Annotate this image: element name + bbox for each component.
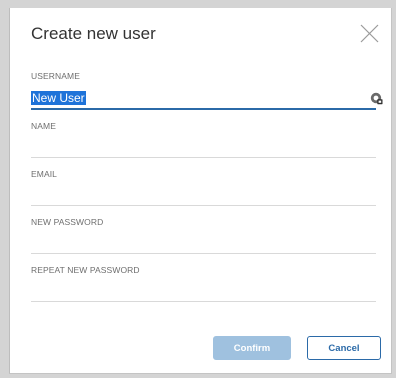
repeat-password-input[interactable] bbox=[31, 281, 376, 302]
username-selected-text: New User bbox=[31, 91, 86, 105]
repeat-password-label: REPEAT NEW PASSWORD bbox=[31, 265, 140, 275]
new-password-input[interactable] bbox=[31, 233, 376, 254]
new-password-field-group: NEW PASSWORD bbox=[31, 217, 376, 227]
dialog-title: Create new user bbox=[31, 24, 156, 43]
new-password-label: NEW PASSWORD bbox=[31, 217, 104, 227]
name-label: NAME bbox=[31, 121, 56, 131]
create-user-dialog: Create new user USERNAME New User NAME E… bbox=[9, 8, 392, 374]
repeat-password-field-group: REPEAT NEW PASSWORD bbox=[31, 265, 376, 275]
email-field-group: EMAIL bbox=[31, 169, 376, 179]
name-input[interactable] bbox=[31, 137, 376, 158]
close-icon[interactable] bbox=[360, 24, 379, 43]
email-input[interactable] bbox=[31, 185, 376, 206]
username-label: USERNAME bbox=[31, 71, 80, 81]
password-manager-icon[interactable] bbox=[370, 92, 383, 105]
confirm-button[interactable]: Confirm bbox=[213, 336, 291, 360]
name-field-group: NAME bbox=[31, 121, 376, 131]
username-field-group: USERNAME bbox=[31, 71, 376, 81]
cancel-button[interactable]: Cancel bbox=[307, 336, 381, 360]
email-label: EMAIL bbox=[31, 169, 58, 179]
